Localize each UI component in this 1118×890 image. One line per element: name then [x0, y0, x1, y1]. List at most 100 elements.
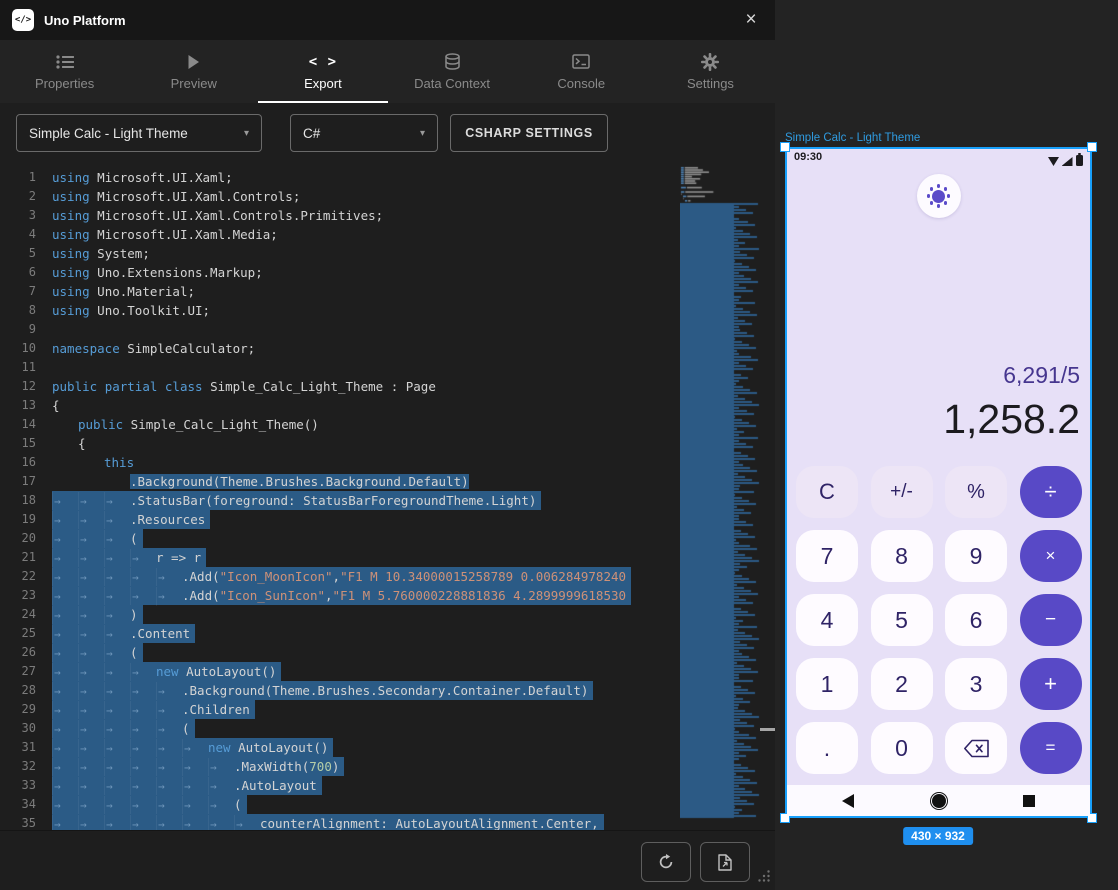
uno-platform-logo-icon: </> — [12, 9, 34, 31]
key-percent[interactable]: % — [945, 466, 1007, 518]
code-line: 22→→→→→.Add("Icon_MoonIcon","F1 M 10.340… — [0, 567, 676, 586]
component-select-value: Simple Calc - Light Theme — [29, 126, 188, 141]
code-line: 25→→→.Content — [0, 624, 676, 643]
key-nine[interactable]: 9 — [945, 530, 1007, 582]
tab-label: Properties — [35, 76, 94, 91]
tab-console[interactable]: Console — [517, 40, 646, 103]
code-line: 21→→→→r => r — [0, 548, 676, 567]
line-number: 25 — [0, 624, 52, 643]
line-number: 1 — [0, 168, 52, 187]
panel-resize-grip[interactable] — [757, 869, 771, 888]
csharp-settings-button[interactable]: CSHARP SETTINGS — [450, 114, 608, 152]
canvas-area: Simple Calc - Light Theme 09:30 6,291/5 … — [775, 0, 1118, 890]
code-line: 9 — [0, 320, 676, 339]
code-line: 28→→→→→.Background(Theme.Brushes.Seconda… — [0, 681, 676, 700]
nav-back-icon[interactable] — [842, 794, 854, 808]
scrollbar-thumb[interactable] — [760, 728, 775, 731]
key-seven[interactable]: 7 — [796, 530, 858, 582]
nav-home-icon[interactable] — [932, 794, 946, 808]
key-clear[interactable]: C — [796, 466, 858, 518]
selection-handle-top-left[interactable] — [780, 142, 790, 152]
line-number: 24 — [0, 605, 52, 624]
calculator-keypad: C+/-%÷ 789× 456− 123+.0 = — [796, 466, 1082, 774]
wifi-icon — [1048, 157, 1059, 166]
key-decimal[interactable]: . — [796, 722, 858, 774]
tab-label: Preview — [171, 76, 217, 91]
key-one[interactable]: 1 — [796, 658, 858, 710]
export-file-icon — [718, 854, 732, 871]
language-select-value: C# — [303, 126, 320, 141]
key-zero[interactable]: 0 — [871, 722, 933, 774]
key-subtract[interactable]: − — [1020, 594, 1082, 646]
code-line: 13{ — [0, 396, 676, 415]
code-lines: 1using Microsoft.UI.Xaml;2using Microsof… — [0, 168, 676, 830]
tab-label: Settings — [687, 76, 734, 91]
chevron-down-icon: ▾ — [244, 128, 249, 139]
code-line: 16this — [0, 453, 676, 472]
export-icon: < > — [309, 53, 337, 71]
key-five[interactable]: 5 — [871, 594, 933, 646]
line-number: 9 — [0, 320, 52, 339]
nav-recents-icon[interactable] — [1023, 795, 1035, 807]
console-icon — [572, 53, 590, 71]
key-eight[interactable]: 8 — [871, 530, 933, 582]
line-number: 32 — [0, 757, 52, 776]
theme-toggle-button[interactable] — [917, 174, 961, 218]
line-number: 14 — [0, 415, 52, 434]
device-label[interactable]: Simple Calc - Light Theme — [785, 132, 920, 144]
code-line: 4using Microsoft.UI.Xaml.Media; — [0, 225, 676, 244]
line-number: 23 — [0, 586, 52, 605]
line-number: 18 — [0, 491, 52, 510]
line-number: 12 — [0, 377, 52, 396]
minimap[interactable] — [680, 163, 760, 830]
key-backspace[interactable] — [945, 722, 1007, 774]
tab-label: Console — [557, 76, 605, 91]
key-multiply[interactable]: × — [1020, 530, 1082, 582]
code-line: 18→→→.StatusBar(foreground: StatusBarFor… — [0, 491, 676, 510]
settings-icon — [701, 53, 719, 71]
calculator-result: 1,258.2 — [943, 394, 1080, 444]
selection-handle-top-right[interactable] — [1087, 142, 1097, 152]
tab-preview[interactable]: Preview — [129, 40, 258, 103]
line-number: 21 — [0, 548, 52, 567]
code-editor[interactable]: 1using Microsoft.UI.Xaml;2using Microsof… — [0, 163, 775, 830]
editor-footer — [0, 830, 775, 890]
code-line: 8using Uno.Toolkit.UI; — [0, 301, 676, 320]
code-line: 5using System; — [0, 244, 676, 263]
tab-settings[interactable]: Settings — [646, 40, 775, 103]
key-three[interactable]: 3 — [945, 658, 1007, 710]
code-line: 24→→→) — [0, 605, 676, 624]
line-number: 35 — [0, 814, 52, 830]
tab-export[interactable]: < >Export — [258, 40, 387, 103]
line-number: 2 — [0, 187, 52, 206]
key-divide[interactable]: ÷ — [1020, 466, 1082, 518]
key-four[interactable]: 4 — [796, 594, 858, 646]
key-equals[interactable]: = — [1020, 722, 1082, 774]
tab-properties[interactable]: Properties — [0, 40, 129, 103]
code-line: 11 — [0, 358, 676, 377]
cellular-signal-icon — [1062, 157, 1073, 166]
refresh-button[interactable] — [641, 842, 691, 882]
window-titlebar: </> Uno Platform × — [0, 0, 775, 40]
key-add[interactable]: + — [1020, 658, 1082, 710]
tab-label: Data Context — [414, 76, 490, 91]
battery-icon — [1076, 155, 1083, 166]
line-number: 10 — [0, 339, 52, 358]
code-line: 32→→→→→→→.MaxWidth(700) — [0, 757, 676, 776]
key-two[interactable]: 2 — [871, 658, 933, 710]
language-select[interactable]: C# ▾ — [290, 114, 438, 152]
tab-data-context[interactable]: Data Context — [388, 40, 517, 103]
export-file-button[interactable] — [700, 842, 750, 882]
line-number: 15 — [0, 434, 52, 453]
key-six[interactable]: 6 — [945, 594, 1007, 646]
export-toolbar: Simple Calc - Light Theme ▾ C# ▾ CSHARP … — [0, 103, 775, 163]
line-number: 34 — [0, 795, 52, 814]
line-number: 29 — [0, 700, 52, 719]
key-plus-minus[interactable]: +/- — [871, 466, 933, 518]
line-number: 13 — [0, 396, 52, 415]
component-select[interactable]: Simple Calc - Light Theme ▾ — [16, 114, 262, 152]
phone-preview[interactable]: 09:30 6,291/5 1,258.2 C+/-%÷789×456−123+… — [785, 147, 1092, 818]
close-icon[interactable]: × — [739, 8, 763, 32]
line-number: 22 — [0, 567, 52, 586]
android-nav-bar — [787, 785, 1090, 816]
